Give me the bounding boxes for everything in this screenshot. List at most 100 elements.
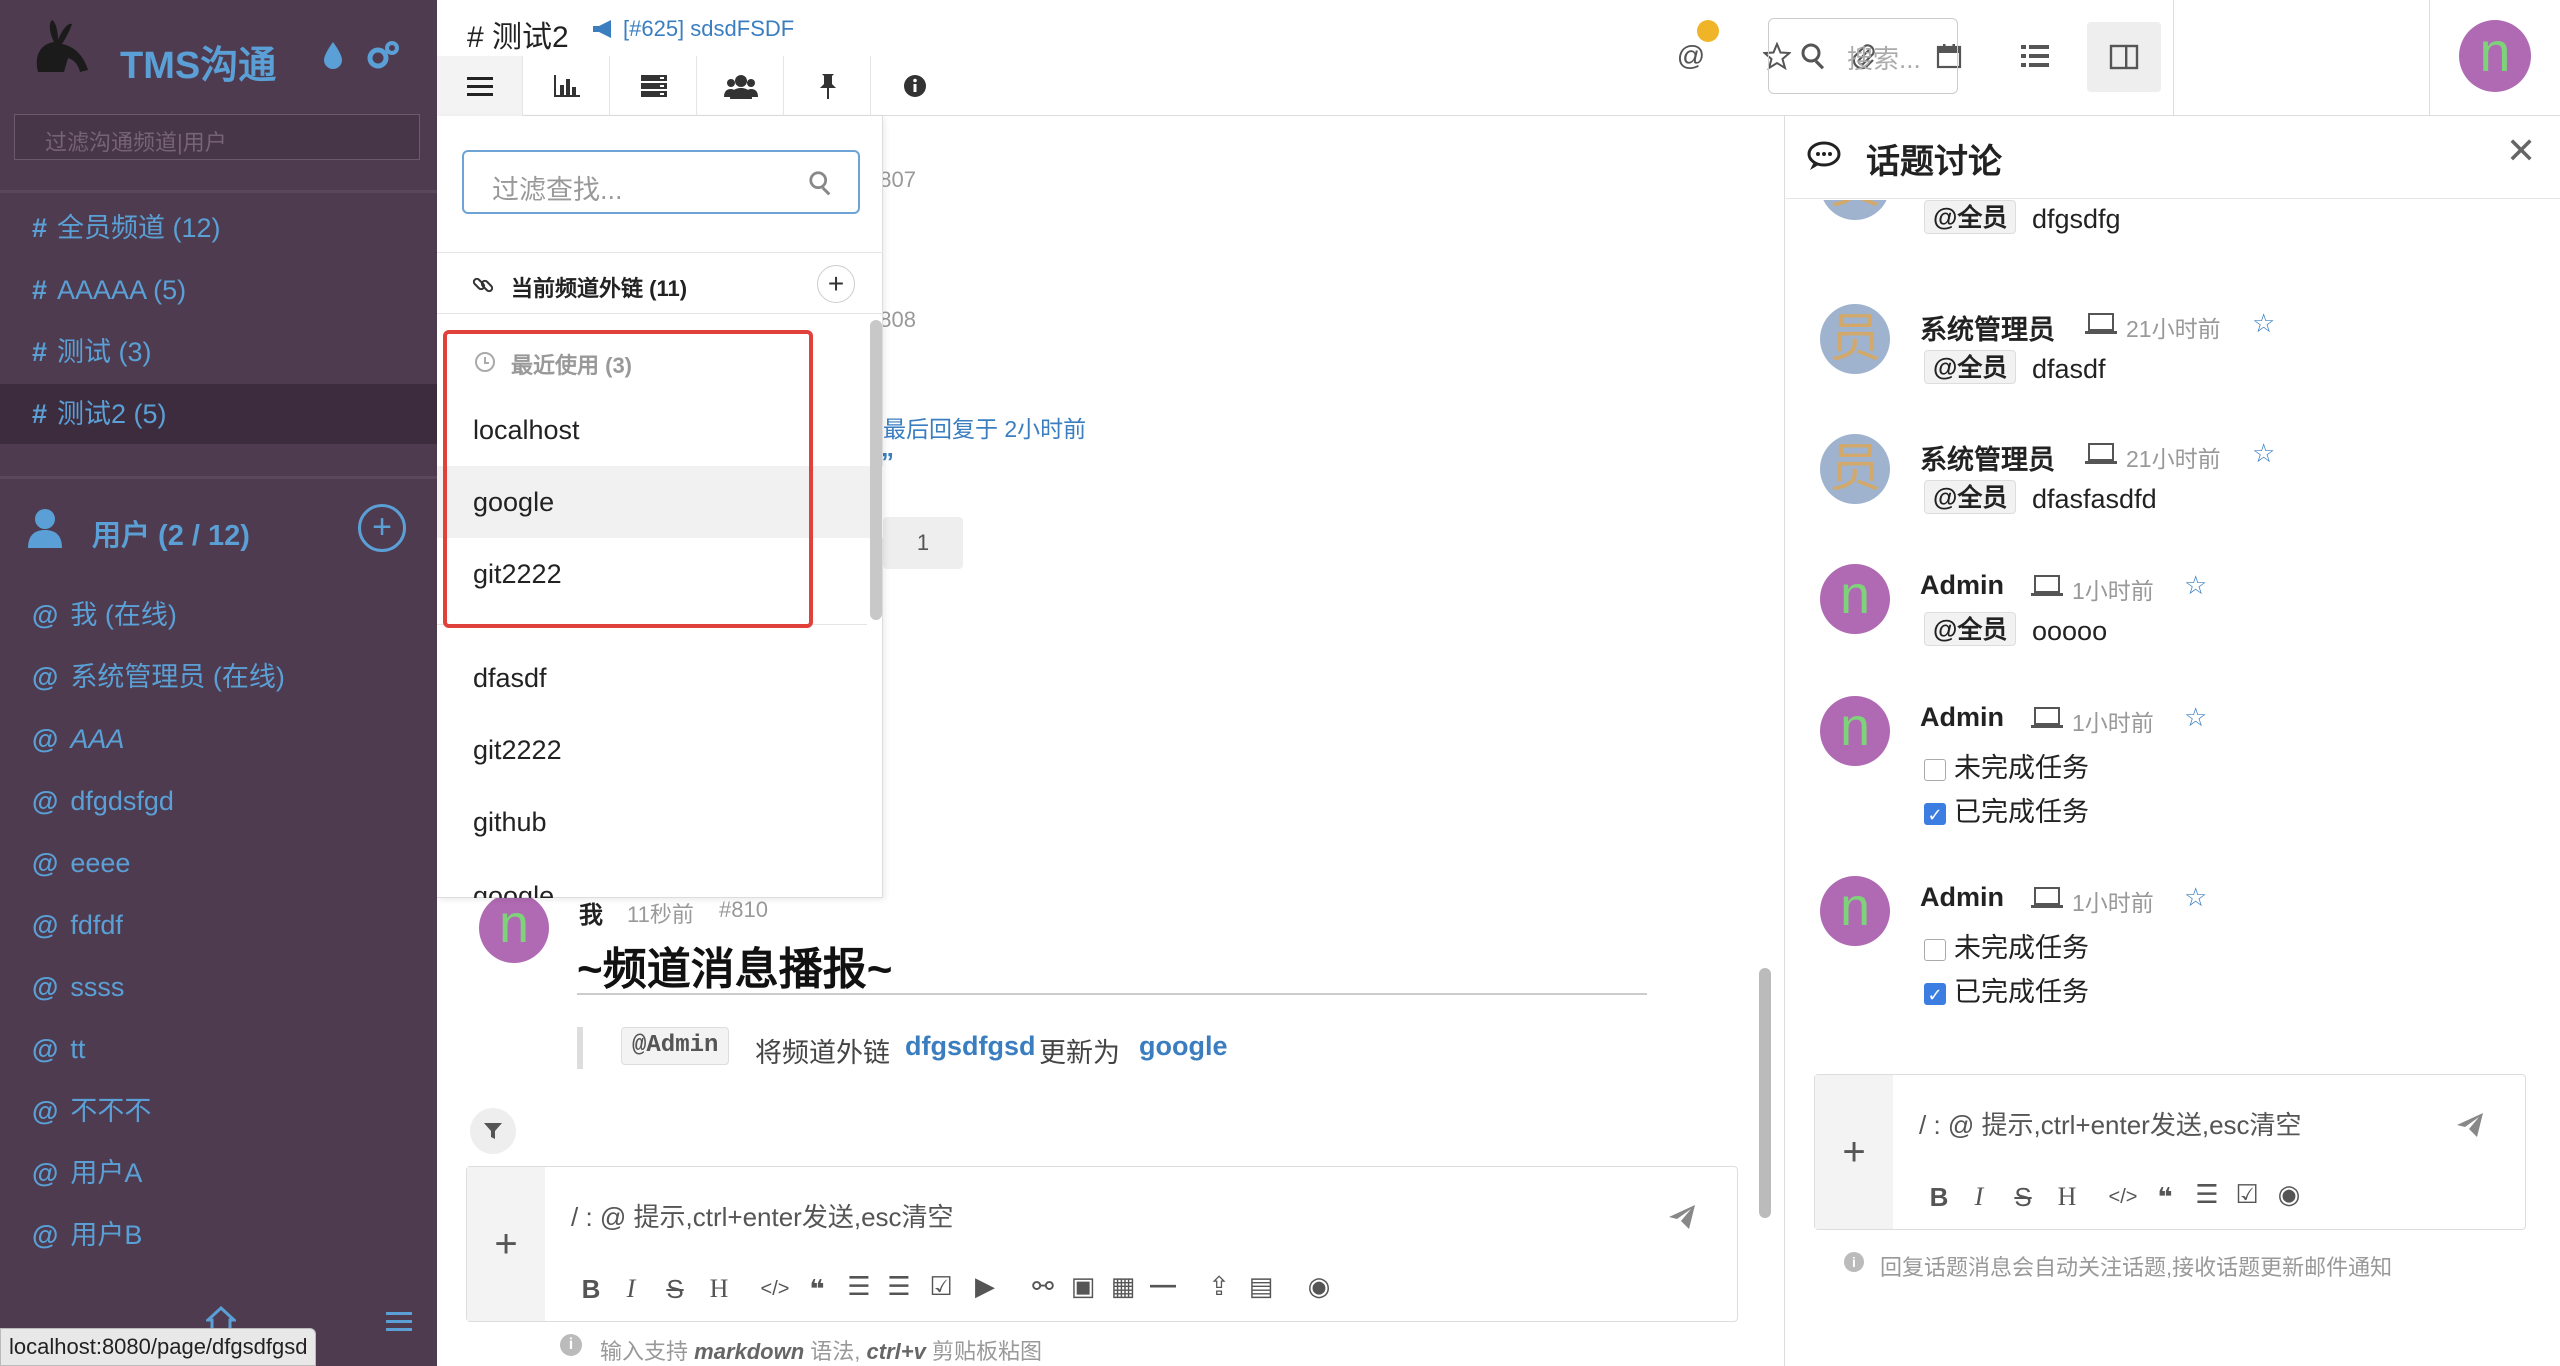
mention-tag[interactable]: @全员 [1924,480,2017,514]
mentions-button[interactable]: @ [1663,20,1719,84]
user-item-usera[interactable]: @ 用户A [0,1142,437,1204]
mention-tag[interactable]: @全员 [1924,612,2017,646]
checkbox-checked[interactable]: ✓ [1924,802,1946,825]
checkbox-checked[interactable]: ✓ [1924,982,1946,1005]
strikethrough-icon[interactable]: S [2003,1182,2043,1213]
mention-tag[interactable]: @全员 [1924,200,2017,234]
channel-item-test[interactable]: # 测试 (3) [0,322,437,382]
italic-icon[interactable]: I [1959,1182,1999,1212]
pagination-button[interactable]: 1 [883,517,963,569]
star-icon[interactable]: ☆ [2252,308,2275,339]
preview-eye-icon[interactable]: ◉ [1299,1271,1339,1302]
user-item-ssss[interactable]: @ ssss [0,956,437,1018]
filter-button[interactable] [470,1108,516,1154]
send-icon[interactable] [2455,1111,2485,1139]
link-item[interactable]: dfasdf [437,642,883,714]
user-item-bbb[interactable]: @ 不不不 [0,1080,437,1142]
message-avatar[interactable]: n [479,893,549,963]
checkbox-unchecked[interactable] [1924,758,1946,781]
task-item-done[interactable]: ✓ 已完成任务 [1924,790,2089,829]
heading-icon[interactable]: H [699,1274,739,1304]
link-new-name[interactable]: google [1139,1031,1228,1062]
user-item-dfgdsfgd[interactable]: @ dfgdsfgd [0,770,437,832]
tab-pinned[interactable] [785,56,871,116]
task-item-open[interactable]: 未完成任务 [1924,746,2089,785]
star-icon[interactable]: ☆ [2252,438,2275,469]
image-icon[interactable]: ▣ [1063,1271,1103,1302]
upload-icon[interactable]: ⇪ [1199,1271,1239,1302]
rabbit-logo-icon[interactable] [28,16,94,76]
link-item[interactable]: git2222 [437,714,883,786]
send-icon[interactable] [1667,1203,1697,1231]
tab-members[interactable] [698,56,784,116]
message-author[interactable]: Admin [1920,702,2004,733]
tab-info[interactable] [872,56,958,116]
play-icon[interactable]: ▶ [965,1271,1005,1302]
mention-tag[interactable]: @全员 [1924,350,2017,384]
checkbox-icon[interactable]: ☑ [921,1271,961,1302]
user-item-eeee[interactable]: @ eeee [0,832,437,894]
droplet-icon[interactable] [322,40,344,70]
gears-icon[interactable] [366,40,400,70]
bullet-list-icon[interactable]: ☰ [839,1271,879,1302]
app-title[interactable]: TMS沟通 [120,34,276,89]
link-old-name[interactable]: dfgsdfgsd [905,1031,1035,1062]
channel-notice-link[interactable]: [#625] sdsdFSDF [623,16,794,42]
message-avatar[interactable]: n [1820,696,1890,766]
channel-item-aaaaa[interactable]: # AAAAA (5) [0,260,437,320]
message-avatar[interactable]: 员 [1820,304,1890,374]
code-icon[interactable]: </> [2103,1186,2143,1209]
message-author[interactable]: Admin [1920,882,2004,913]
message-avatar[interactable]: 员 [1820,434,1890,504]
star-icon[interactable]: ☆ [2184,570,2207,601]
quote-icon[interactable]: ❝ [797,1274,837,1305]
table-icon[interactable]: ▦ [1103,1271,1143,1302]
quote-icon[interactable]: ❝ [2145,1182,2185,1213]
checkbox-unchecked[interactable] [1924,938,1946,961]
star-icon[interactable]: ☆ [2184,702,2207,733]
user-item-userb[interactable]: @ 用户B [0,1204,437,1266]
preview-eye-icon[interactable]: ◉ [2269,1179,2309,1210]
excel-file-icon[interactable]: ▤ [1241,1271,1281,1302]
message-avatar[interactable]: n [1820,876,1890,946]
message-author[interactable]: Admin [1920,570,2004,601]
topic-reply-input[interactable]: / : @ 提示,ctrl+enter发送,esc清空 [1919,1105,2302,1142]
message-avatar[interactable]: n [1820,564,1890,634]
user-avatar[interactable]: n [2459,20,2531,92]
user-item-admin[interactable]: @ 系统管理员 (在线) [0,646,437,708]
user-item-fdfdf[interactable]: @ fdfdf [0,894,437,956]
global-search-input[interactable]: 搜索... [1768,18,1958,94]
star-icon[interactable]: ☆ [2184,882,2207,913]
user-item-aaa[interactable]: @ AAA [0,708,437,770]
tab-server[interactable] [611,56,697,116]
checkbox-icon[interactable]: ☑ [2227,1179,2267,1210]
message-author[interactable]: 我 [579,895,603,930]
composer-plus-button[interactable]: + [1815,1075,1893,1229]
user-item-tt[interactable]: @ tt [0,1018,437,1080]
dropdown-scrollbar[interactable] [870,320,882,620]
horizontal-rule-icon[interactable]: — [1143,1269,1183,1300]
strikethrough-icon[interactable]: S [655,1274,695,1305]
link-icon[interactable]: ⚯ [1023,1271,1063,1302]
heading-icon[interactable]: H [2047,1182,2087,1212]
add-link-button[interactable]: + [817,265,855,303]
link-item[interactable]: google [437,858,883,898]
user-item-me[interactable]: @ 我 (在线) [0,584,437,646]
dropdown-filter-input[interactable]: 过滤查找... [462,150,860,214]
message-scrollbar[interactable] [1757,118,1773,1218]
mention-tag[interactable]: @Admin [621,1027,730,1065]
message-author[interactable]: 系统管理员 [1920,438,2055,477]
tab-stats[interactable] [524,56,610,116]
bold-icon[interactable]: B [571,1274,611,1305]
close-icon[interactable]: ✕ [2506,130,2536,172]
task-item-done[interactable]: ✓ 已完成任务 [1924,970,2089,1009]
task-item-open[interactable]: 未完成任务 [1924,926,2089,965]
channel-item-test2[interactable]: # 测试2 (5) [0,384,437,444]
message-author[interactable]: 系统管理员 [1920,308,2055,347]
message-input[interactable]: / : @ 提示,ctrl+enter发送,esc清空 [571,1197,954,1234]
last-reply-link[interactable]: 最后回复于 2小时前 [883,410,1086,444]
tab-menu[interactable] [437,56,523,116]
users-section-header[interactable]: 用户 (2 / 12) + [0,500,437,560]
list-button[interactable] [2007,28,2063,84]
numbered-list-icon[interactable]: ☰ [879,1271,919,1302]
